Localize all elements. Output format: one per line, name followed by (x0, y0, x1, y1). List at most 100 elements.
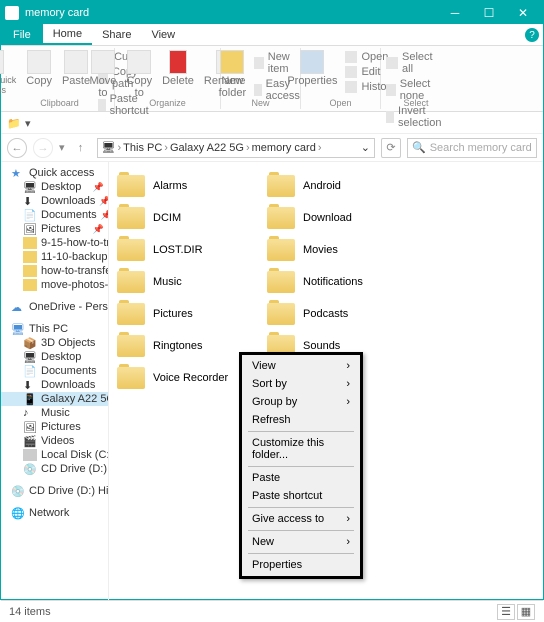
breadcrumb[interactable]: 🖥 › This PC › Galaxy A22 5G › memory car… (97, 138, 375, 158)
folder-label: Alarms (153, 180, 187, 192)
folder-icon (117, 207, 145, 229)
breadcrumb-segment[interactable]: This PC (123, 142, 162, 154)
breadcrumb-dropdown-icon[interactable]: ⌄ (361, 141, 370, 154)
search-input[interactable]: 🔍 Search memory card (407, 138, 537, 158)
help-button[interactable]: ? (525, 28, 539, 42)
sidebar-onedrive[interactable]: ☁OneDrive - Personal (1, 300, 108, 314)
minimize-button[interactable]: ─ (439, 2, 471, 24)
folder-icon (117, 271, 145, 293)
folder-label: Music (153, 276, 182, 288)
tab-view[interactable]: View (141, 24, 185, 45)
sidebar-item-downloads[interactable]: ⬇Downloads (1, 378, 108, 392)
sidebar-item-ddrive[interactable]: 💿CD Drive (D:) HiSuite (1, 462, 108, 476)
folder-icon (117, 335, 145, 357)
new-folder-button[interactable]: New folder (215, 48, 251, 101)
tab-home[interactable]: Home (43, 24, 92, 45)
ctx-sort-by[interactable]: Sort by› (244, 375, 358, 393)
sidebar-item-desktop[interactable]: 🖥Desktop📌 (1, 180, 108, 194)
folder-item[interactable]: DCIM (113, 202, 263, 234)
sidebar-item-folder[interactable]: 9-15-how-to-transfer-p (1, 236, 108, 250)
ctx-refresh[interactable]: Refresh (244, 411, 358, 429)
close-button[interactable]: ✕ (507, 2, 539, 24)
breadcrumb-segment[interactable]: memory card (252, 142, 316, 154)
chevron-right-icon: › (346, 513, 350, 525)
chevron-right-icon: › (346, 378, 350, 390)
copy-button[interactable]: Copy (22, 48, 56, 89)
refresh-button[interactable]: ⟳ (381, 138, 401, 158)
sidebar-item-downloads[interactable]: ⬇Downloads📌 (1, 194, 108, 208)
folder-item[interactable]: Alarms (113, 170, 263, 202)
group-new-label: New (221, 98, 300, 108)
folder-label: DCIM (153, 212, 181, 224)
folder-item[interactable]: Music (113, 266, 263, 298)
folder-label: Sounds (303, 340, 340, 352)
group-organize-label: Organize (115, 98, 220, 108)
sidebar-item-music[interactable]: ♪Music (1, 406, 108, 420)
folder-item[interactable]: Movies (263, 234, 413, 266)
sidebar-item-desktop[interactable]: 🖥Desktop (1, 350, 108, 364)
sidebar-item-documents[interactable]: 📄Documents (1, 364, 108, 378)
forward-button[interactable]: → (33, 138, 53, 158)
ctx-group-by[interactable]: Group by› (244, 393, 358, 411)
delete-button[interactable]: Delete (158, 48, 198, 89)
ctx-properties[interactable]: Properties (244, 556, 358, 574)
sidebar-item-pictures[interactable]: 🖼Pictures (1, 420, 108, 434)
sidebar-item-folder[interactable]: move-photos-to-sd-ca (1, 278, 108, 292)
sidebar-item-videos[interactable]: 🎬Videos (1, 434, 108, 448)
ctx-give-access[interactable]: Give access to› (244, 510, 358, 528)
qat-icon[interactable]: 📁 (7, 117, 19, 129)
recent-dropdown[interactable]: ▾ (59, 141, 65, 154)
sidebar-quick-access[interactable]: ★Quick access (1, 166, 108, 180)
pin-quick-access-button[interactable]: Pin to Quick access (0, 48, 20, 97)
sidebar-this-pc[interactable]: 🖥This PC (1, 322, 108, 336)
sidebar-item-galaxy[interactable]: 📱Galaxy A22 5G (1, 392, 108, 406)
select-all-button[interactable]: Select all (384, 50, 447, 76)
chevron-right-icon: › (346, 360, 350, 372)
ctx-view[interactable]: View› (244, 357, 358, 375)
sidebar-item-ddrive2[interactable]: 💿CD Drive (D:) HiSuite (1, 484, 108, 498)
sidebar-item-3d[interactable]: 📦3D Objects (1, 336, 108, 350)
folder-item[interactable]: Pictures (113, 298, 263, 330)
folder-label: Notifications (303, 276, 363, 288)
ctx-new[interactable]: New› (244, 533, 358, 551)
folder-icon (117, 175, 145, 197)
folder-item[interactable]: Notifications (263, 266, 413, 298)
sidebar-network[interactable]: 🌐Network (1, 506, 108, 520)
qat-dropdown-icon[interactable]: ▾ (25, 117, 37, 129)
sidebar-item-pictures[interactable]: 🖼Pictures📌 (1, 222, 108, 236)
move-to-button[interactable]: Move to (86, 48, 121, 101)
chevron-right-icon: › (346, 536, 350, 548)
sidebar-item-folder[interactable]: 11-10-backup-iphone-t (1, 250, 108, 264)
tab-share[interactable]: Share (92, 24, 141, 45)
search-icon: 🔍 (412, 141, 426, 154)
ctx-paste[interactable]: Paste (244, 469, 358, 487)
back-button[interactable]: ← (7, 138, 27, 158)
breadcrumb-segment[interactable]: Galaxy A22 5G (170, 142, 244, 154)
breadcrumb-pc-icon: 🖥 (102, 141, 116, 154)
folder-icon (267, 303, 295, 325)
folder-item[interactable]: Android (263, 170, 413, 202)
folder-item[interactable]: Download (263, 202, 413, 234)
tab-file[interactable]: File (1, 24, 43, 45)
sidebar-item-cdrive[interactable]: Local Disk (C:) (1, 448, 108, 462)
folder-item[interactable]: LOST.DIR (113, 234, 263, 266)
properties-button[interactable]: Properties (283, 48, 341, 89)
folder-item[interactable]: Podcasts (263, 298, 413, 330)
copy-to-button[interactable]: Copy to (122, 48, 156, 101)
icons-view-button[interactable]: ▦ (517, 604, 535, 620)
ctx-customize[interactable]: Customize this folder... (244, 434, 358, 464)
folder-icon (267, 239, 295, 261)
ctx-paste-shortcut[interactable]: Paste shortcut (244, 487, 358, 505)
folder-label: Podcasts (303, 308, 348, 320)
details-view-button[interactable]: ☰ (497, 604, 515, 620)
folder-label: Pictures (153, 308, 193, 320)
folder-icon (117, 303, 145, 325)
maximize-button[interactable]: ☐ (473, 2, 505, 24)
folder-label: Android (303, 180, 341, 192)
sidebar-item-documents[interactable]: 📄Documents📌 (1, 208, 108, 222)
navigation-tree[interactable]: ★Quick access 🖥Desktop📌 ⬇Downloads📌 📄Doc… (1, 162, 109, 600)
folder-view[interactable]: Alarms Android DCIM DownloadLOST.DIRMovies M… (109, 162, 543, 600)
up-button[interactable]: ↑ (71, 138, 91, 158)
sidebar-item-folder[interactable]: how-to-transfer-photo (1, 264, 108, 278)
chevron-right-icon: › (346, 396, 350, 408)
